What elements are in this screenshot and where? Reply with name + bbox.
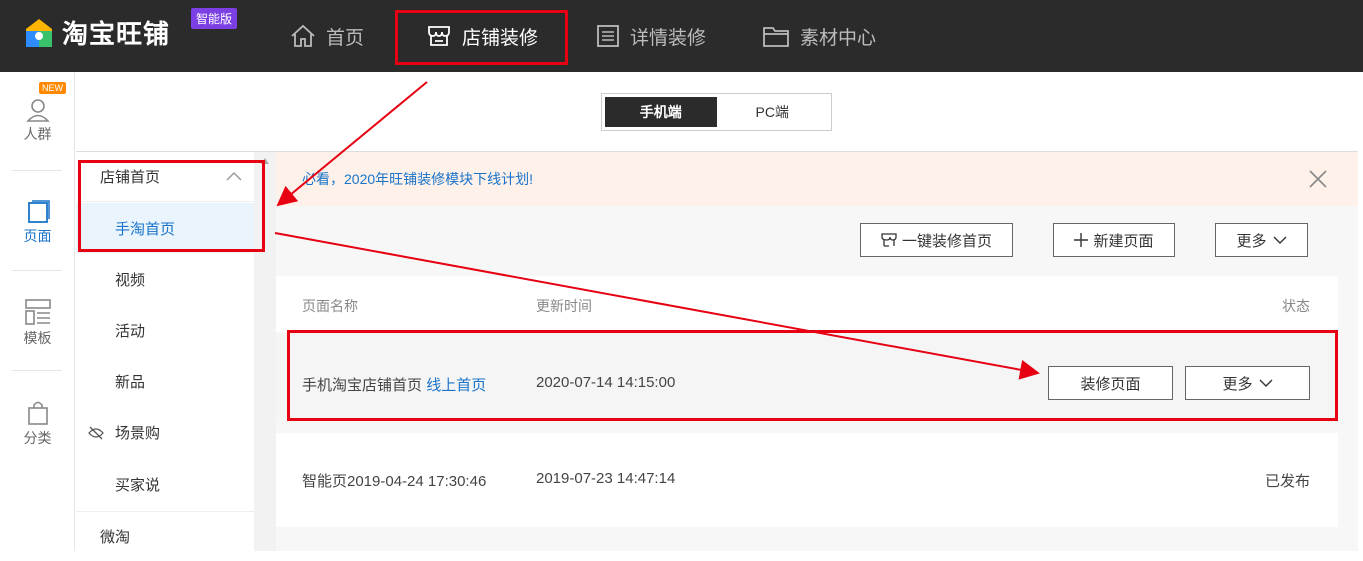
annotation-arrows <box>274 81 1040 380</box>
arrow-to-subnav <box>276 81 428 207</box>
arrow-to-decorate-button <box>274 232 1040 380</box>
